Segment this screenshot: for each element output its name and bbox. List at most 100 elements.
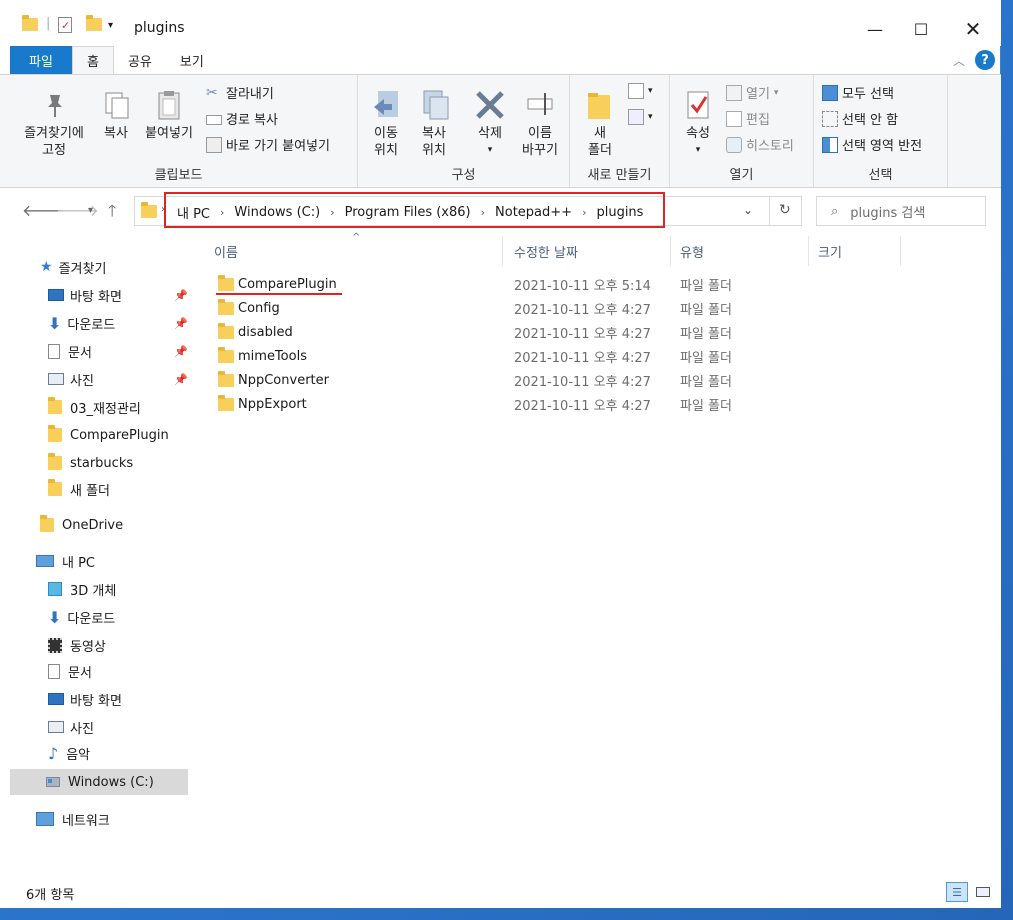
select-all-button[interactable]: 모두 선택 bbox=[822, 83, 894, 102]
sidebar-item-onedrive[interactable]: OneDrive bbox=[0, 512, 190, 538]
new-item-button[interactable]: ▾ bbox=[628, 83, 653, 99]
properties-dropdown-icon[interactable]: ▾ bbox=[678, 142, 718, 159]
table-row[interactable]: NppConverter 2021-10-11 오후 4:27 파일 폴더 bbox=[214, 368, 754, 392]
tab-home[interactable]: 홈 bbox=[72, 46, 114, 74]
sidebar-item-downloads-pc[interactable]: ⬇ 다운로드 bbox=[0, 604, 190, 630]
select-none-button[interactable]: 선택 안 함 bbox=[822, 109, 898, 128]
column-header-name[interactable]: 이름 bbox=[214, 242, 238, 261]
sidebar-item-this-pc[interactable]: 내 PC bbox=[0, 548, 190, 574]
paste-shortcut-label: 바로 가기 붙여넣기 bbox=[226, 139, 330, 154]
details-view-button[interactable]: ☰ bbox=[946, 882, 968, 902]
properties-button[interactable]: 속성 ▾ bbox=[678, 89, 718, 159]
sidebar-item-finance-folder[interactable]: 03_재정관리 bbox=[0, 394, 190, 420]
tab-file[interactable]: 파일 bbox=[10, 46, 72, 74]
tab-share[interactable]: 공유 bbox=[114, 46, 166, 74]
organize-group: 이동 위치 복사 위치 삭제 ▾ 이름 바꾸기 구성 bbox=[358, 75, 570, 187]
sidebar-item-documents[interactable]: 문서 📌 bbox=[0, 338, 190, 364]
copy-button[interactable]: 복사 bbox=[96, 89, 136, 142]
pin-icon[interactable]: 📌 bbox=[174, 373, 188, 386]
edit-button[interactable]: 편집 bbox=[726, 109, 770, 128]
sidebar-item-new-folder[interactable]: 새 폴더 bbox=[0, 476, 190, 502]
collapse-ribbon-icon[interactable]: ︿ bbox=[953, 52, 965, 69]
minimize-button[interactable]: — bbox=[852, 14, 898, 44]
column-divider[interactable] bbox=[900, 236, 901, 266]
column-header-size[interactable]: 크기 bbox=[818, 242, 842, 261]
table-row[interactable]: disabled 2021-10-11 오후 4:27 파일 폴더 bbox=[214, 320, 754, 344]
new-folder-quick-button[interactable] bbox=[86, 15, 102, 31]
large-icons-view-button[interactable] bbox=[972, 882, 994, 902]
sidebar-item-desktop-pc[interactable]: 바탕 화면 bbox=[0, 686, 190, 712]
folder-icon bbox=[218, 275, 234, 291]
open-button[interactable]: 열기 ▾ bbox=[726, 83, 778, 102]
sidebar-item-documents-pc[interactable]: 문서 bbox=[0, 658, 190, 684]
file-date: 2021-10-11 오후 4:27 bbox=[514, 302, 651, 318]
paste-label: 붙여넣기 bbox=[145, 126, 193, 141]
search-icon: ⌕ bbox=[831, 203, 839, 219]
divider bbox=[769, 197, 770, 225]
address-dropdown-icon[interactable]: ⌄ bbox=[743, 203, 753, 217]
folder-icon bbox=[218, 347, 234, 363]
paste-button[interactable]: 붙여넣기 bbox=[138, 89, 200, 142]
copy-path-label: 경로 복사 bbox=[226, 113, 278, 128]
properties-quick-button[interactable]: ✓ bbox=[58, 17, 72, 33]
column-header-date[interactable]: 수정한 날짜 bbox=[514, 242, 578, 261]
sidebar-item-videos[interactable]: 동영상 bbox=[0, 632, 190, 658]
sidebar-item-network[interactable]: 네트워크 bbox=[0, 806, 190, 832]
new-folder-button[interactable]: 새 폴더 bbox=[582, 89, 618, 159]
select-all-label: 모두 선택 bbox=[842, 87, 894, 102]
move-to-button[interactable]: 이동 위치 bbox=[366, 89, 406, 159]
copy-to-button[interactable]: 복사 위치 bbox=[414, 89, 454, 159]
select-group-label: 선택 bbox=[868, 168, 893, 183]
new-group: 새 폴더 ▾ ▾ 새로 만들기 bbox=[570, 75, 670, 187]
copy-label: 복사 bbox=[104, 126, 128, 141]
search-input[interactable]: ⌕ plugins 검색 bbox=[816, 196, 986, 226]
rename-icon bbox=[524, 89, 556, 121]
history-button[interactable]: 히스토리 bbox=[726, 135, 794, 154]
clipboard-group-label: 클립보드 bbox=[154, 168, 203, 183]
paste-shortcut-button[interactable]: 바로 가기 붙여넣기 bbox=[206, 135, 330, 154]
pin-icon[interactable]: 📌 bbox=[174, 345, 188, 358]
sidebar-item-pictures[interactable]: 사진 📌 bbox=[0, 366, 190, 392]
column-header-type[interactable]: 유형 bbox=[680, 242, 704, 261]
table-row[interactable]: NppExport 2021-10-11 오후 4:27 파일 폴더 bbox=[214, 392, 754, 416]
cut-button[interactable]: ✂ 잘라내기 bbox=[206, 83, 274, 103]
file-name: NppExport bbox=[238, 396, 307, 412]
sidebar-item-quick-access[interactable]: ★ 즐겨찾기 bbox=[0, 254, 190, 280]
music-note-icon: ♪ bbox=[48, 743, 59, 763]
column-divider[interactable] bbox=[670, 236, 671, 266]
file-name: ComparePlugin bbox=[238, 276, 337, 292]
close-button[interactable]: ✕ bbox=[950, 14, 996, 44]
maximize-button[interactable]: ☐ bbox=[898, 14, 944, 44]
copy-path-button[interactable]: 경로 복사 bbox=[206, 109, 278, 128]
refresh-icon[interactable]: ↻ bbox=[779, 202, 791, 218]
delete-dropdown-icon[interactable]: ▾ bbox=[470, 142, 510, 159]
column-divider[interactable] bbox=[808, 236, 809, 266]
sidebar-item-desktop[interactable]: 바탕 화면 📌 bbox=[0, 282, 190, 308]
sidebar-item-music[interactable]: ♪ 음악 bbox=[0, 740, 190, 766]
help-icon[interactable]: ? bbox=[975, 50, 995, 70]
column-divider[interactable] bbox=[502, 236, 503, 266]
paste-icon bbox=[153, 89, 185, 121]
recent-locations-icon[interactable]: ▾ bbox=[88, 205, 93, 216]
sidebar-item-pictures-pc[interactable]: 사진 bbox=[0, 714, 190, 740]
pin-icon[interactable]: 📌 bbox=[174, 317, 188, 330]
sidebar-item-compareplugin[interactable]: ComparePlugin bbox=[0, 422, 190, 448]
scissors-icon: ✂ bbox=[206, 84, 218, 101]
delete-button[interactable]: 삭제 ▾ bbox=[470, 89, 510, 159]
tab-view[interactable]: 보기 bbox=[166, 46, 218, 74]
up-arrow-icon[interactable]: 🡑 bbox=[108, 200, 116, 227]
sidebar-item-downloads[interactable]: ⬇ 다운로드 📌 bbox=[0, 310, 190, 336]
sidebar-item-label: starbucks bbox=[70, 455, 134, 471]
table-row[interactable]: mimeTools 2021-10-11 오후 4:27 파일 폴더 bbox=[214, 344, 754, 368]
pin-icon[interactable]: 📌 bbox=[174, 289, 188, 302]
sidebar-item-starbucks[interactable]: starbucks bbox=[0, 450, 190, 476]
table-row[interactable]: Config 2021-10-11 오후 4:27 파일 폴더 bbox=[214, 296, 754, 320]
pin-quick-access-button[interactable]: 즐겨찾기에 고정 bbox=[14, 89, 94, 159]
customize-quick-access-button[interactable]: ▾ bbox=[108, 20, 113, 31]
easy-access-button[interactable]: ▾ bbox=[628, 109, 653, 125]
sidebar-item-3d-objects[interactable]: 3D 개체 bbox=[0, 576, 190, 602]
properties-label: 속성 bbox=[686, 126, 710, 141]
invert-selection-button[interactable]: 선택 영역 반전 bbox=[822, 135, 922, 154]
rename-button[interactable]: 이름 바꾸기 bbox=[516, 89, 564, 159]
sidebar-item-windows-c[interactable]: Windows (C:) bbox=[10, 769, 188, 795]
